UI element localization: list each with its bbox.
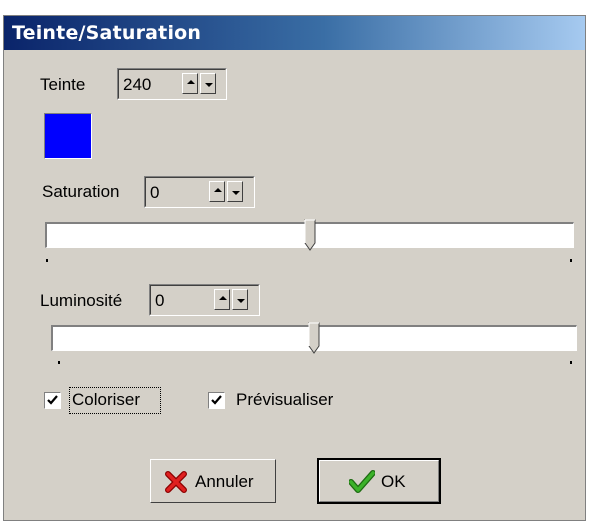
arrow-down-icon [205, 83, 213, 87]
hue-down-button[interactable] [200, 73, 216, 94]
arrow-up-icon [214, 188, 222, 192]
red-x-icon [165, 471, 187, 493]
luminosity-tick-min [58, 361, 60, 364]
colorize-checkbox[interactable] [44, 392, 61, 409]
luminosity-label: Luminosité [40, 291, 123, 310]
colorize-label[interactable]: Coloriser [72, 390, 140, 410]
checkmark-icon [47, 395, 58, 405]
luminosity-up-button[interactable] [214, 289, 230, 310]
hue-value[interactable]: 240 [123, 75, 151, 95]
hue-color-swatch [44, 113, 92, 159]
saturation-up-button[interactable] [209, 181, 225, 202]
saturation-tick-max [570, 259, 572, 262]
preview-label[interactable]: Prévisualiser [236, 390, 333, 410]
ok-label: OK [381, 472, 406, 491]
cancel-button[interactable]: Annuler [150, 459, 276, 503]
hue-up-button[interactable] [182, 73, 198, 94]
luminosity-down-button[interactable] [232, 289, 248, 310]
saturation-down-button[interactable] [227, 181, 243, 202]
arrow-down-icon [232, 191, 240, 195]
ok-button[interactable]: OK [317, 458, 441, 504]
cancel-label: Annuler [195, 472, 254, 491]
arrow-up-icon [187, 80, 195, 84]
hue-label: Teinte [40, 75, 86, 94]
saturation-slider-thumb[interactable] [304, 219, 316, 251]
saturation-tick-min [46, 259, 48, 262]
luminosity-tick-max [570, 361, 572, 364]
green-check-icon [349, 470, 375, 493]
checkmark-icon [211, 395, 222, 405]
saturation-value[interactable]: 0 [150, 183, 159, 203]
saturation-spinner[interactable]: 0 [144, 176, 255, 208]
luminosity-spinner[interactable]: 0 [149, 284, 260, 316]
dialog-title: Teinte/Saturation [12, 22, 202, 44]
arrow-down-icon [237, 299, 245, 303]
preview-checkbox[interactable] [208, 392, 225, 409]
title-bar[interactable]: Teinte/Saturation [4, 16, 585, 50]
luminosity-value[interactable]: 0 [155, 291, 164, 311]
luminosity-slider-thumb[interactable] [308, 322, 320, 354]
hue-spinner[interactable]: 240 [117, 68, 227, 100]
arrow-up-icon [219, 296, 227, 300]
saturation-label: Saturation [42, 182, 120, 201]
hue-saturation-dialog: Teinte/Saturation Teinte 240 Saturation … [3, 15, 586, 521]
